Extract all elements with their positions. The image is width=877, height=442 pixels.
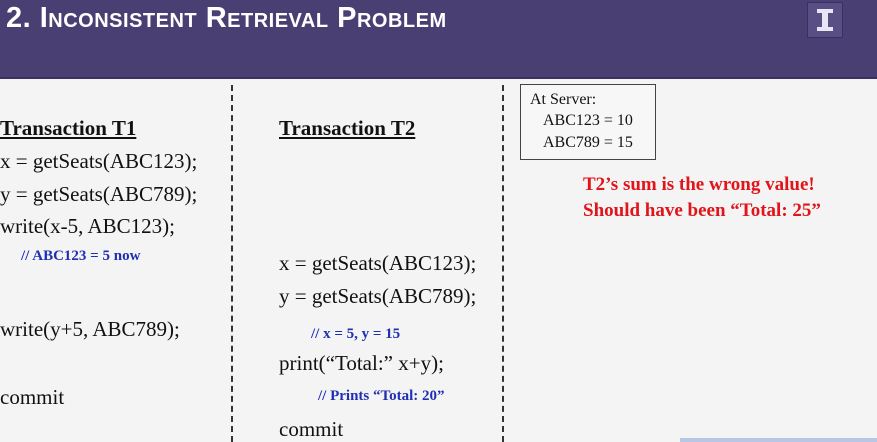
video-progress-bar[interactable]: [680, 438, 877, 442]
t2-line: y = getSeats(ABC789);: [279, 284, 477, 308]
error-note: T2’s sum is the wrong value!: [583, 174, 815, 195]
t2-comment: // x = 5, y = 15: [311, 326, 401, 342]
t1-line: commit: [0, 385, 65, 409]
t2-heading: Transaction T2: [279, 116, 416, 140]
t1-line: write(y+5, ABC789);: [0, 317, 180, 341]
t2-line: commit: [279, 417, 344, 441]
column-divider: [502, 85, 504, 442]
university-logo-icon: [807, 2, 843, 38]
column-divider: [231, 85, 233, 442]
server-value: ABC123 = 10: [543, 112, 633, 129]
error-note: Should have been “Total: 25”: [583, 200, 821, 221]
t1-heading: Transaction T1: [0, 116, 137, 140]
server-state-box: At Server: ABC123 = 10 ABC789 = 15: [520, 84, 656, 160]
slide-title: 2. Inconsistent Retrieval Problem: [6, 2, 447, 34]
t2-line: x = getSeats(ABC123);: [279, 251, 477, 275]
slide-header: 2. Inconsistent Retrieval Problem: [0, 0, 877, 79]
server-value: ABC789 = 15: [543, 134, 633, 151]
t1-line: y = getSeats(ABC789);: [0, 182, 198, 206]
t1-line: write(x-5, ABC123);: [0, 214, 175, 238]
server-label: At Server:: [530, 91, 597, 108]
t2-line: print(“Total:” x+y);: [279, 351, 444, 375]
t2-comment: // Prints “Total: 20”: [318, 388, 445, 404]
t1-line: x = getSeats(ABC123);: [0, 149, 198, 173]
t1-comment: // ABC123 = 5 now: [21, 248, 141, 264]
